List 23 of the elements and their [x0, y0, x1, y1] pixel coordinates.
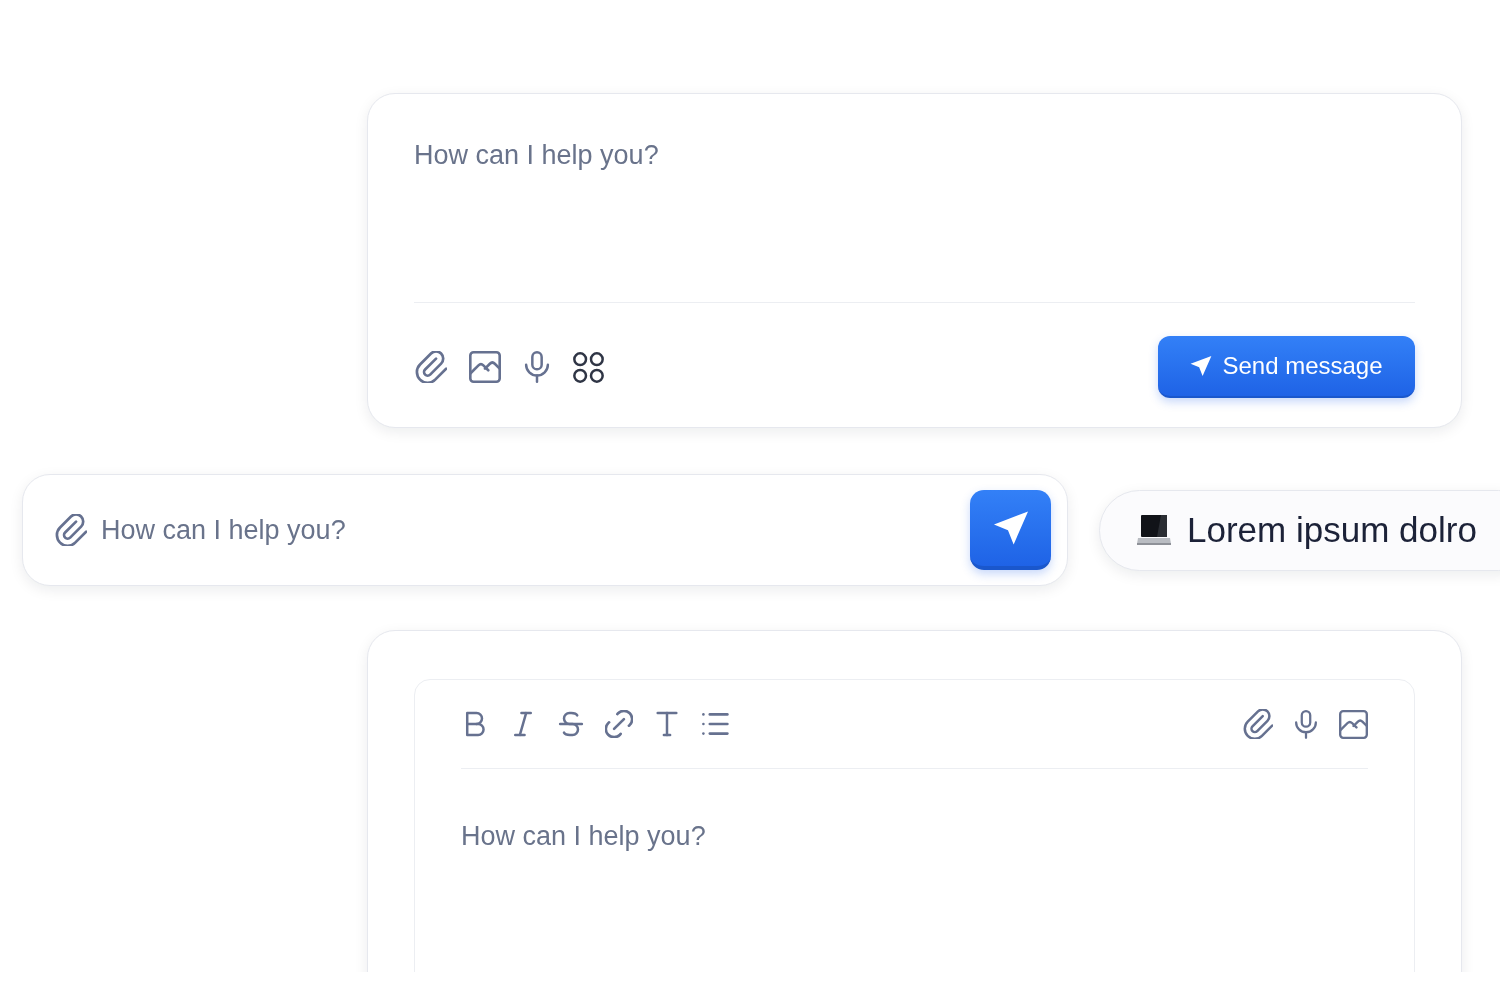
- paper-plane-icon: [992, 510, 1029, 546]
- message-field[interactable]: How can I help you?: [461, 819, 1368, 939]
- editor-box[interactable]: How can I help you?: [414, 679, 1415, 972]
- suggestion-chip[interactable]: Lorem ipsum dolro: [1099, 489, 1500, 571]
- image-icon[interactable]: [469, 351, 501, 383]
- paperclip-icon[interactable]: [415, 351, 447, 383]
- laptop-icon: [1137, 515, 1171, 545]
- list-icon[interactable]: [701, 710, 729, 738]
- paperclip-icon[interactable]: [55, 514, 87, 546]
- composer-bar[interactable]: How can I help you?: [22, 474, 1068, 586]
- link-icon[interactable]: [605, 710, 633, 738]
- paperclip-icon[interactable]: [1243, 709, 1273, 739]
- paper-plane-icon: [1190, 355, 1213, 377]
- grid-icon[interactable]: [573, 351, 604, 383]
- microphone-icon[interactable]: [1294, 709, 1318, 739]
- composer-card[interactable]: How can I help you? Send message: [367, 93, 1462, 428]
- strikethrough-icon[interactable]: [557, 710, 585, 738]
- send-message-button[interactable]: Send message: [1158, 336, 1415, 398]
- message-field[interactable]: How can I help you?: [414, 138, 1415, 290]
- message-field[interactable]: How can I help you?: [101, 509, 956, 551]
- image-icon[interactable]: [1339, 709, 1368, 739]
- send-button[interactable]: [970, 490, 1051, 570]
- microphone-icon[interactable]: [523, 351, 551, 383]
